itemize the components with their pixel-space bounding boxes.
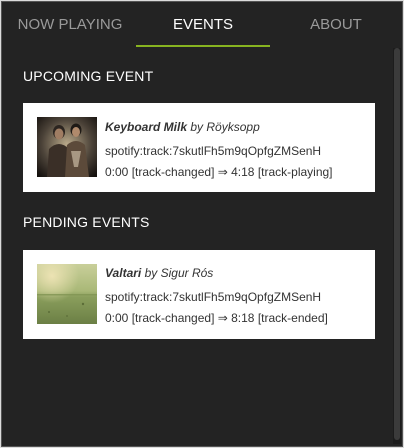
album-cover-duo-portrait-icon: [37, 117, 97, 177]
track-title[interactable]: Valtari: [105, 266, 141, 280]
pending-event-card: Valtari by Sigur Rós spotify:track:7skut…: [23, 250, 375, 339]
event-timing: 0:00 [track-changed] ⇒ 8:18 [track-ended…: [105, 311, 328, 325]
album-cover: [37, 117, 97, 177]
tab-about[interactable]: ABOUT: [270, 2, 402, 48]
event-timing: 0:00 [track-changed] ⇒ 4:18 [track-playi…: [105, 165, 333, 179]
scrollbar[interactable]: [393, 48, 401, 444]
track-title[interactable]: Keyboard Milk: [105, 120, 187, 134]
tab-label: EVENTS: [172, 16, 233, 33]
tab-label: ABOUT: [310, 16, 362, 33]
upcoming-event-heading: UPCOMING EVENT: [23, 68, 154, 84]
tab-label: NOW PLAYING: [17, 16, 123, 33]
pending-events-heading: PENDING EVENTS: [23, 214, 150, 230]
track-uri: spotify:track:7skutlFh5m9qOpfgZMSenH: [105, 290, 322, 304]
event-track-info: Keyboard Milk by Röyksopp: [105, 120, 260, 134]
tab-now-playing[interactable]: NOW PLAYING: [2, 2, 138, 48]
track-artist[interactable]: by Röyksopp: [190, 120, 259, 134]
upcoming-event-card: Keyboard Milk by Röyksopp spotify:track:…: [23, 103, 375, 192]
album-cover: [37, 264, 97, 324]
active-tab-indicator: [136, 45, 270, 47]
track-uri: spotify:track:7skutlFh5m9qOpfgZMSenH: [105, 144, 322, 158]
track-artist[interactable]: by Sigur Rós: [145, 266, 214, 280]
app-window: NOW PLAYING EVENTS ABOUT UPCOMING EVENT: [1, 1, 403, 447]
album-cover-green-landscape-icon: [37, 264, 97, 324]
tab-bar: NOW PLAYING EVENTS ABOUT: [2, 2, 402, 48]
tab-events[interactable]: EVENTS: [136, 2, 270, 48]
event-track-info: Valtari by Sigur Rós: [105, 266, 213, 280]
scrollbar-thumb[interactable]: [394, 48, 400, 440]
